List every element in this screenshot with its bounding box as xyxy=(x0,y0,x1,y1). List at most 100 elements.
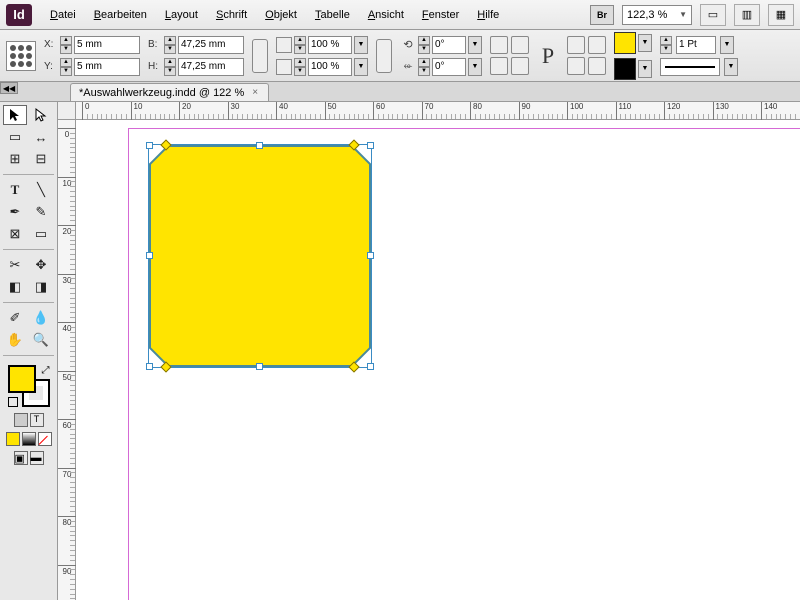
shear-dropdown[interactable]: ▼ xyxy=(468,58,482,76)
select-next-icon[interactable] xyxy=(588,57,606,75)
bridge-button[interactable]: Br xyxy=(590,5,614,25)
rotate-dropdown[interactable]: ▼ xyxy=(468,36,482,54)
h-spinner[interactable]: ▲▼ xyxy=(164,58,176,76)
gradient-swatch-tool[interactable]: ◧ xyxy=(3,277,27,297)
free-transform-tool[interactable]: ✥ xyxy=(29,255,53,275)
view-options-button[interactable]: ▭ xyxy=(700,4,726,26)
panel-collapse-button[interactable]: ◀◀ xyxy=(0,82,18,94)
rotate-spinner[interactable]: ▲▼ xyxy=(418,36,430,54)
resize-handle-b[interactable] xyxy=(256,363,263,370)
resize-handle-t[interactable] xyxy=(256,142,263,149)
w-spinner[interactable]: ▲▼ xyxy=(164,36,176,54)
w-input[interactable] xyxy=(178,36,244,54)
scale-x-input[interactable] xyxy=(308,36,352,54)
rotate-cw-icon[interactable] xyxy=(490,36,508,54)
scale-x-dropdown[interactable]: ▼ xyxy=(354,36,368,54)
horizontal-ruler[interactable]: 0102030405060708090100110120130140 xyxy=(76,102,800,120)
tab-close-icon[interactable]: × xyxy=(250,87,260,98)
scale-y-spinner[interactable]: ▲▼ xyxy=(294,58,306,76)
menu-table[interactable]: Tabelle xyxy=(307,5,358,25)
scale-x-spinner[interactable]: ▲▼ xyxy=(294,36,306,54)
stroke-style-arrow[interactable]: ▼ xyxy=(724,58,738,76)
normal-view-icon[interactable]: ▣ xyxy=(14,451,28,465)
menu-type[interactable]: Schrift xyxy=(208,5,255,25)
menu-file[interactable]: Datei xyxy=(42,5,84,25)
resize-handle-tr[interactable] xyxy=(367,142,374,149)
pen-tool[interactable]: ✒ xyxy=(3,202,27,222)
page-tool[interactable]: ▭ xyxy=(3,127,27,147)
rotate-ccw-icon[interactable] xyxy=(511,36,529,54)
scale-y-dropdown[interactable]: ▼ xyxy=(354,58,368,76)
constrain-wh-icon[interactable] xyxy=(252,39,268,73)
stroke-style-dropdown[interactable] xyxy=(660,58,720,76)
arrange-documents-button[interactable]: ▦ xyxy=(768,4,794,26)
selection-tool[interactable] xyxy=(3,105,27,125)
pencil-tool[interactable]: ✎ xyxy=(29,202,53,222)
menu-layout[interactable]: Layout xyxy=(157,5,206,25)
ruler-origin[interactable] xyxy=(58,102,76,120)
formatting-container-icon[interactable] xyxy=(14,413,28,427)
screen-mode-button[interactable]: ▥ xyxy=(734,4,760,26)
fill-stroke-proxy[interactable]: ⤢ xyxy=(8,365,50,407)
resize-handle-tl[interactable] xyxy=(146,142,153,149)
flip-h-icon[interactable] xyxy=(490,57,508,75)
rotate-input[interactable] xyxy=(432,36,466,54)
selected-object[interactable] xyxy=(150,146,370,366)
swap-fill-stroke-icon[interactable]: ⤢ xyxy=(42,365,50,376)
type-tool[interactable]: T xyxy=(3,180,27,200)
menu-help[interactable]: Hilfe xyxy=(469,5,507,25)
resize-handle-l[interactable] xyxy=(146,252,153,259)
x-input[interactable] xyxy=(74,36,140,54)
formatting-text-icon[interactable]: T xyxy=(30,413,44,427)
reference-point-grid[interactable] xyxy=(6,41,36,71)
y-spinner[interactable]: ▲▼ xyxy=(60,58,72,76)
rectangle-tool[interactable]: ▭ xyxy=(29,224,53,244)
vertical-ruler[interactable]: 0102030405060708090 xyxy=(58,120,76,600)
stroke-swatch[interactable] xyxy=(614,58,636,80)
stroke-weight-spinner[interactable]: ▲▼ xyxy=(660,36,672,54)
constrain-scale-icon[interactable] xyxy=(376,39,392,73)
fill-proxy[interactable] xyxy=(8,365,36,393)
flip-v-icon[interactable] xyxy=(511,57,529,75)
preview-view-icon[interactable]: ▬ xyxy=(30,451,44,465)
rectangle-frame-tool[interactable]: ⊠ xyxy=(3,224,27,244)
zoom-tool[interactable]: 🔍 xyxy=(29,330,53,350)
apply-none-icon[interactable] xyxy=(38,432,52,446)
h-input[interactable] xyxy=(178,58,244,76)
gap-tool[interactable]: ↔ xyxy=(29,127,53,147)
scale-y-input[interactable] xyxy=(308,58,352,76)
content-collector-tool[interactable]: ⊞ xyxy=(3,149,27,169)
select-content-icon[interactable] xyxy=(588,36,606,54)
stroke-weight-dropdown[interactable]: ▼ xyxy=(720,36,734,54)
canvas[interactable]: 0102030405060708090100110120130140 01020… xyxy=(58,102,800,600)
content-placer-tool[interactable]: ⊟ xyxy=(29,149,53,169)
menu-view[interactable]: Ansicht xyxy=(360,5,412,25)
note-tool[interactable]: ✐ xyxy=(3,308,27,328)
menu-window[interactable]: Fenster xyxy=(414,5,467,25)
apply-gradient-icon[interactable] xyxy=(22,432,36,446)
select-container-icon[interactable] xyxy=(567,36,585,54)
resize-handle-bl[interactable] xyxy=(146,363,153,370)
scissors-tool[interactable]: ✂ xyxy=(3,255,27,275)
apply-color-icon[interactable] xyxy=(6,432,20,446)
eyedropper-tool[interactable]: 💧 xyxy=(29,308,53,328)
stroke-dropdown[interactable]: ▼ xyxy=(638,60,652,78)
zoom-level-dropdown[interactable]: 122,3 % ▼ xyxy=(622,5,692,25)
x-spinner[interactable]: ▲▼ xyxy=(60,36,72,54)
select-prev-icon[interactable] xyxy=(567,57,585,75)
menu-edit[interactable]: Bearbeiten xyxy=(86,5,155,25)
line-tool[interactable]: ╲ xyxy=(29,180,53,200)
shear-spinner[interactable]: ▲▼ xyxy=(418,58,430,76)
direct-selection-tool[interactable] xyxy=(29,105,53,125)
fill-dropdown[interactable]: ▼ xyxy=(638,34,652,52)
y-input[interactable] xyxy=(74,58,140,76)
resize-handle-br[interactable] xyxy=(367,363,374,370)
shear-input[interactable] xyxy=(432,58,466,76)
document-tab[interactable]: *Auswahlwerkzeug.indd @ 122 % × xyxy=(70,83,269,101)
fill-swatch[interactable] xyxy=(614,32,636,54)
stroke-weight-input[interactable] xyxy=(676,36,716,54)
resize-handle-r[interactable] xyxy=(367,252,374,259)
hand-tool[interactable]: ✋ xyxy=(3,330,27,350)
menu-object[interactable]: Objekt xyxy=(257,5,305,25)
default-fill-stroke-icon[interactable] xyxy=(8,397,18,407)
